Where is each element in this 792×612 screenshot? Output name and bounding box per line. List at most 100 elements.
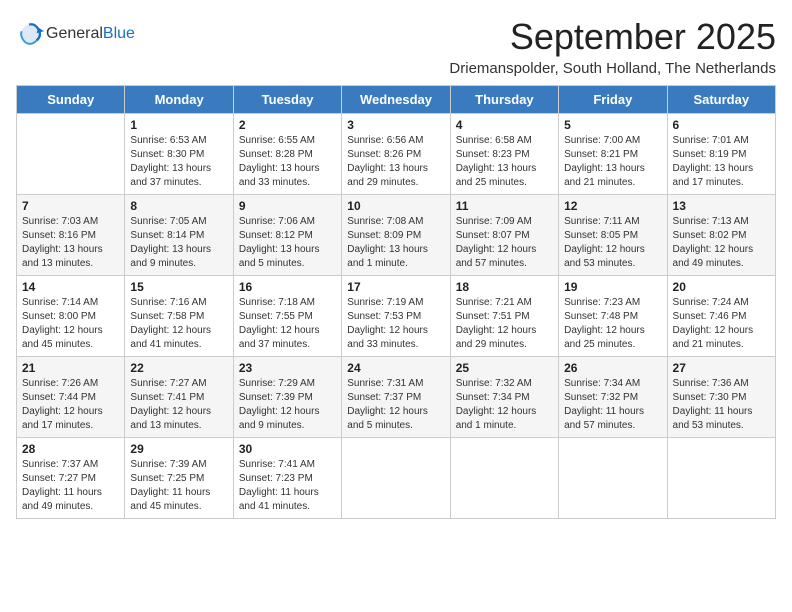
- page-container: GeneralBlue September 2025 Driemanspolde…: [0, 0, 792, 535]
- day-info: Sunrise: 7:41 AMSunset: 7:23 PMDaylight:…: [239, 458, 336, 514]
- cell-w4-d6: 26Sunrise: 7:34 AMSunset: 7:32 PMDayligh…: [559, 357, 667, 438]
- cell-w5-d5: [450, 438, 558, 519]
- day-number: 29: [130, 442, 227, 456]
- week-row-2: 7 Sunrise: 7:03 AMSunset: 8:16 PMDaylight…: [17, 195, 776, 276]
- cell-w1-d2: 1 Sunrise: 6:53 AMSunset: 8:30 PMDaylight…: [125, 114, 233, 195]
- logo-text: GeneralBlue: [46, 25, 135, 43]
- cell-w2-d5: 11Sunrise: 7:09 AMSunset: 8:07 PMDayligh…: [450, 195, 558, 276]
- cell-w2-d3: 9Sunrise: 7:06 AMSunset: 8:12 PMDaylight…: [233, 195, 341, 276]
- cell-w2-d1: 7 Sunrise: 7:03 AMSunset: 8:16 PMDaylight…: [17, 195, 125, 276]
- day-number: 1: [130, 118, 227, 132]
- cell-w3-d5: 18 Sunrise: 7:21 AMSunset: 7:51 PMDayligh…: [450, 276, 558, 357]
- location: Driemanspolder, South Holland, The Nethe…: [449, 60, 776, 77]
- day-number: 15: [130, 280, 227, 294]
- day-info: Sunrise: 7:09 AMSunset: 8:07 PMDaylight:…: [456, 215, 553, 271]
- day-info: Sunrise: 7:08 AMSunset: 8:09 PMDaylight:…: [347, 215, 444, 271]
- cell-w2-d2: 8 Sunrise: 7:05 AMSunset: 8:14 PMDaylight…: [125, 195, 233, 276]
- day-number: 25: [456, 361, 553, 375]
- calendar-header: Sunday Monday Tuesday Wednesday Thursday…: [17, 86, 776, 114]
- logo-general: General: [46, 25, 103, 43]
- day-info: Sunrise: 7:39 AMSunset: 7:25 PMDaylight:…: [130, 458, 227, 514]
- logo-blue: Blue: [103, 25, 135, 43]
- day-number: 4: [456, 118, 553, 132]
- day-number: 9: [239, 199, 336, 213]
- cell-w4-d7: 27 Sunrise: 7:36 AMSunset: 7:30 PMDayligh…: [667, 357, 775, 438]
- day-info: Sunrise: 7:19 AMSunset: 7:53 PMDaylight:…: [347, 296, 444, 352]
- cell-w4-d3: 23 Sunrise: 7:29 AMSunset: 7:39 PMDayligh…: [233, 357, 341, 438]
- cell-w5-d3: 30 Sunrise: 7:41 AMSunset: 7:23 PMDayligh…: [233, 438, 341, 519]
- day-number: 28: [22, 442, 119, 456]
- day-number: 21: [22, 361, 119, 375]
- day-info: Sunrise: 7:26 AMSunset: 7:44 PMDaylight:…: [22, 377, 119, 433]
- month-title: September 2025: [449, 16, 776, 58]
- cell-w2-d4: 10 Sunrise: 7:08 AMSunset: 8:09 PMDayligh…: [342, 195, 450, 276]
- day-info: Sunrise: 7:05 AMSunset: 8:14 PMDaylight:…: [130, 215, 227, 271]
- day-info: Sunrise: 7:36 AMSunset: 7:30 PMDaylight:…: [673, 377, 770, 433]
- col-tuesday: Tuesday: [233, 86, 341, 114]
- day-number: 23: [239, 361, 336, 375]
- col-monday: Monday: [125, 86, 233, 114]
- day-info: Sunrise: 7:23 AMSunset: 7:48 PMDaylight:…: [564, 296, 661, 352]
- day-info: Sunrise: 7:21 AMSunset: 7:51 PMDaylight:…: [456, 296, 553, 352]
- day-number: 10: [347, 199, 444, 213]
- cell-w5-d2: 29 Sunrise: 7:39 AMSunset: 7:25 PMDayligh…: [125, 438, 233, 519]
- day-info: Sunrise: 7:01 AMSunset: 8:19 PMDaylight:…: [673, 134, 770, 190]
- day-number: 12: [564, 199, 661, 213]
- day-number: 7: [22, 199, 119, 213]
- day-info: Sunrise: 7:16 AMSunset: 7:58 PMDaylight:…: [130, 296, 227, 352]
- cell-w5-d7: [667, 438, 775, 519]
- day-number: 27: [673, 361, 770, 375]
- cell-w4-d4: 24 Sunrise: 7:31 AMSunset: 7:37 PMDayligh…: [342, 357, 450, 438]
- col-thursday: Thursday: [450, 86, 558, 114]
- day-info: Sunrise: 7:03 AMSunset: 8:16 PMDaylight:…: [22, 215, 119, 271]
- cell-w1-d6: 5Sunrise: 7:00 AMSunset: 8:21 PMDaylight…: [559, 114, 667, 195]
- cell-w3-d4: 17Sunrise: 7:19 AMSunset: 7:53 PMDayligh…: [342, 276, 450, 357]
- cell-w1-d3: 2Sunrise: 6:55 AMSunset: 8:28 PMDaylight…: [233, 114, 341, 195]
- day-number: 24: [347, 361, 444, 375]
- day-info: Sunrise: 7:27 AMSunset: 7:41 PMDaylight:…: [130, 377, 227, 433]
- logo-icon: [16, 20, 44, 48]
- day-info: Sunrise: 7:37 AMSunset: 7:27 PMDaylight:…: [22, 458, 119, 514]
- day-info: Sunrise: 7:14 AMSunset: 8:00 PMDaylight:…: [22, 296, 119, 352]
- cell-w1-d4: 3Sunrise: 6:56 AMSunset: 8:26 PMDaylight…: [342, 114, 450, 195]
- cell-w2-d7: 13Sunrise: 7:13 AMSunset: 8:02 PMDayligh…: [667, 195, 775, 276]
- day-number: 26: [564, 361, 661, 375]
- cell-w5-d4: [342, 438, 450, 519]
- day-info: Sunrise: 7:00 AMSunset: 8:21 PMDaylight:…: [564, 134, 661, 190]
- cell-w1-d7: 6 Sunrise: 7:01 AMSunset: 8:19 PMDaylight…: [667, 114, 775, 195]
- cell-w1-d5: 4Sunrise: 6:58 AMSunset: 8:23 PMDaylight…: [450, 114, 558, 195]
- day-number: 2: [239, 118, 336, 132]
- col-wednesday: Wednesday: [342, 86, 450, 114]
- day-info: Sunrise: 6:53 AMSunset: 8:30 PMDaylight:…: [130, 134, 227, 190]
- day-number: 19: [564, 280, 661, 294]
- cell-w4-d5: 25 Sunrise: 7:32 AMSunset: 7:34 PMDayligh…: [450, 357, 558, 438]
- week-row-3: 14 Sunrise: 7:14 AMSunset: 8:00 PMDayligh…: [17, 276, 776, 357]
- day-number: 8: [130, 199, 227, 213]
- cell-w3-d3: 16Sunrise: 7:18 AMSunset: 7:55 PMDayligh…: [233, 276, 341, 357]
- day-number: 30: [239, 442, 336, 456]
- cell-w3-d1: 14 Sunrise: 7:14 AMSunset: 8:00 PMDayligh…: [17, 276, 125, 357]
- page-header: GeneralBlue September 2025 Driemanspolde…: [16, 16, 776, 77]
- week-row-4: 21 Sunrise: 7:26 AMSunset: 7:44 PMDayligh…: [17, 357, 776, 438]
- col-sunday: Sunday: [17, 86, 125, 114]
- day-number: 3: [347, 118, 444, 132]
- day-info: Sunrise: 7:32 AMSunset: 7:34 PMDaylight:…: [456, 377, 553, 433]
- cell-w5-d6: [559, 438, 667, 519]
- day-info: Sunrise: 7:18 AMSunset: 7:55 PMDaylight:…: [239, 296, 336, 352]
- calendar-table: Sunday Monday Tuesday Wednesday Thursday…: [16, 85, 776, 519]
- calendar-body: 1 Sunrise: 6:53 AMSunset: 8:30 PMDaylight…: [17, 114, 776, 519]
- cell-w3-d7: 20Sunrise: 7:24 AMSunset: 7:46 PMDayligh…: [667, 276, 775, 357]
- logo: GeneralBlue: [16, 20, 135, 48]
- week-row-5: 28 Sunrise: 7:37 AMSunset: 7:27 PMDayligh…: [17, 438, 776, 519]
- day-number: 14: [22, 280, 119, 294]
- day-number: 22: [130, 361, 227, 375]
- cell-w3-d2: 15 Sunrise: 7:16 AMSunset: 7:58 PMDayligh…: [125, 276, 233, 357]
- day-info: Sunrise: 7:29 AMSunset: 7:39 PMDaylight:…: [239, 377, 336, 433]
- day-number: 6: [673, 118, 770, 132]
- day-number: 18: [456, 280, 553, 294]
- day-number: 20: [673, 280, 770, 294]
- day-info: Sunrise: 7:31 AMSunset: 7:37 PMDaylight:…: [347, 377, 444, 433]
- title-block: September 2025 Driemanspolder, South Hol…: [449, 16, 776, 77]
- col-friday: Friday: [559, 86, 667, 114]
- day-info: Sunrise: 7:13 AMSunset: 8:02 PMDaylight:…: [673, 215, 770, 271]
